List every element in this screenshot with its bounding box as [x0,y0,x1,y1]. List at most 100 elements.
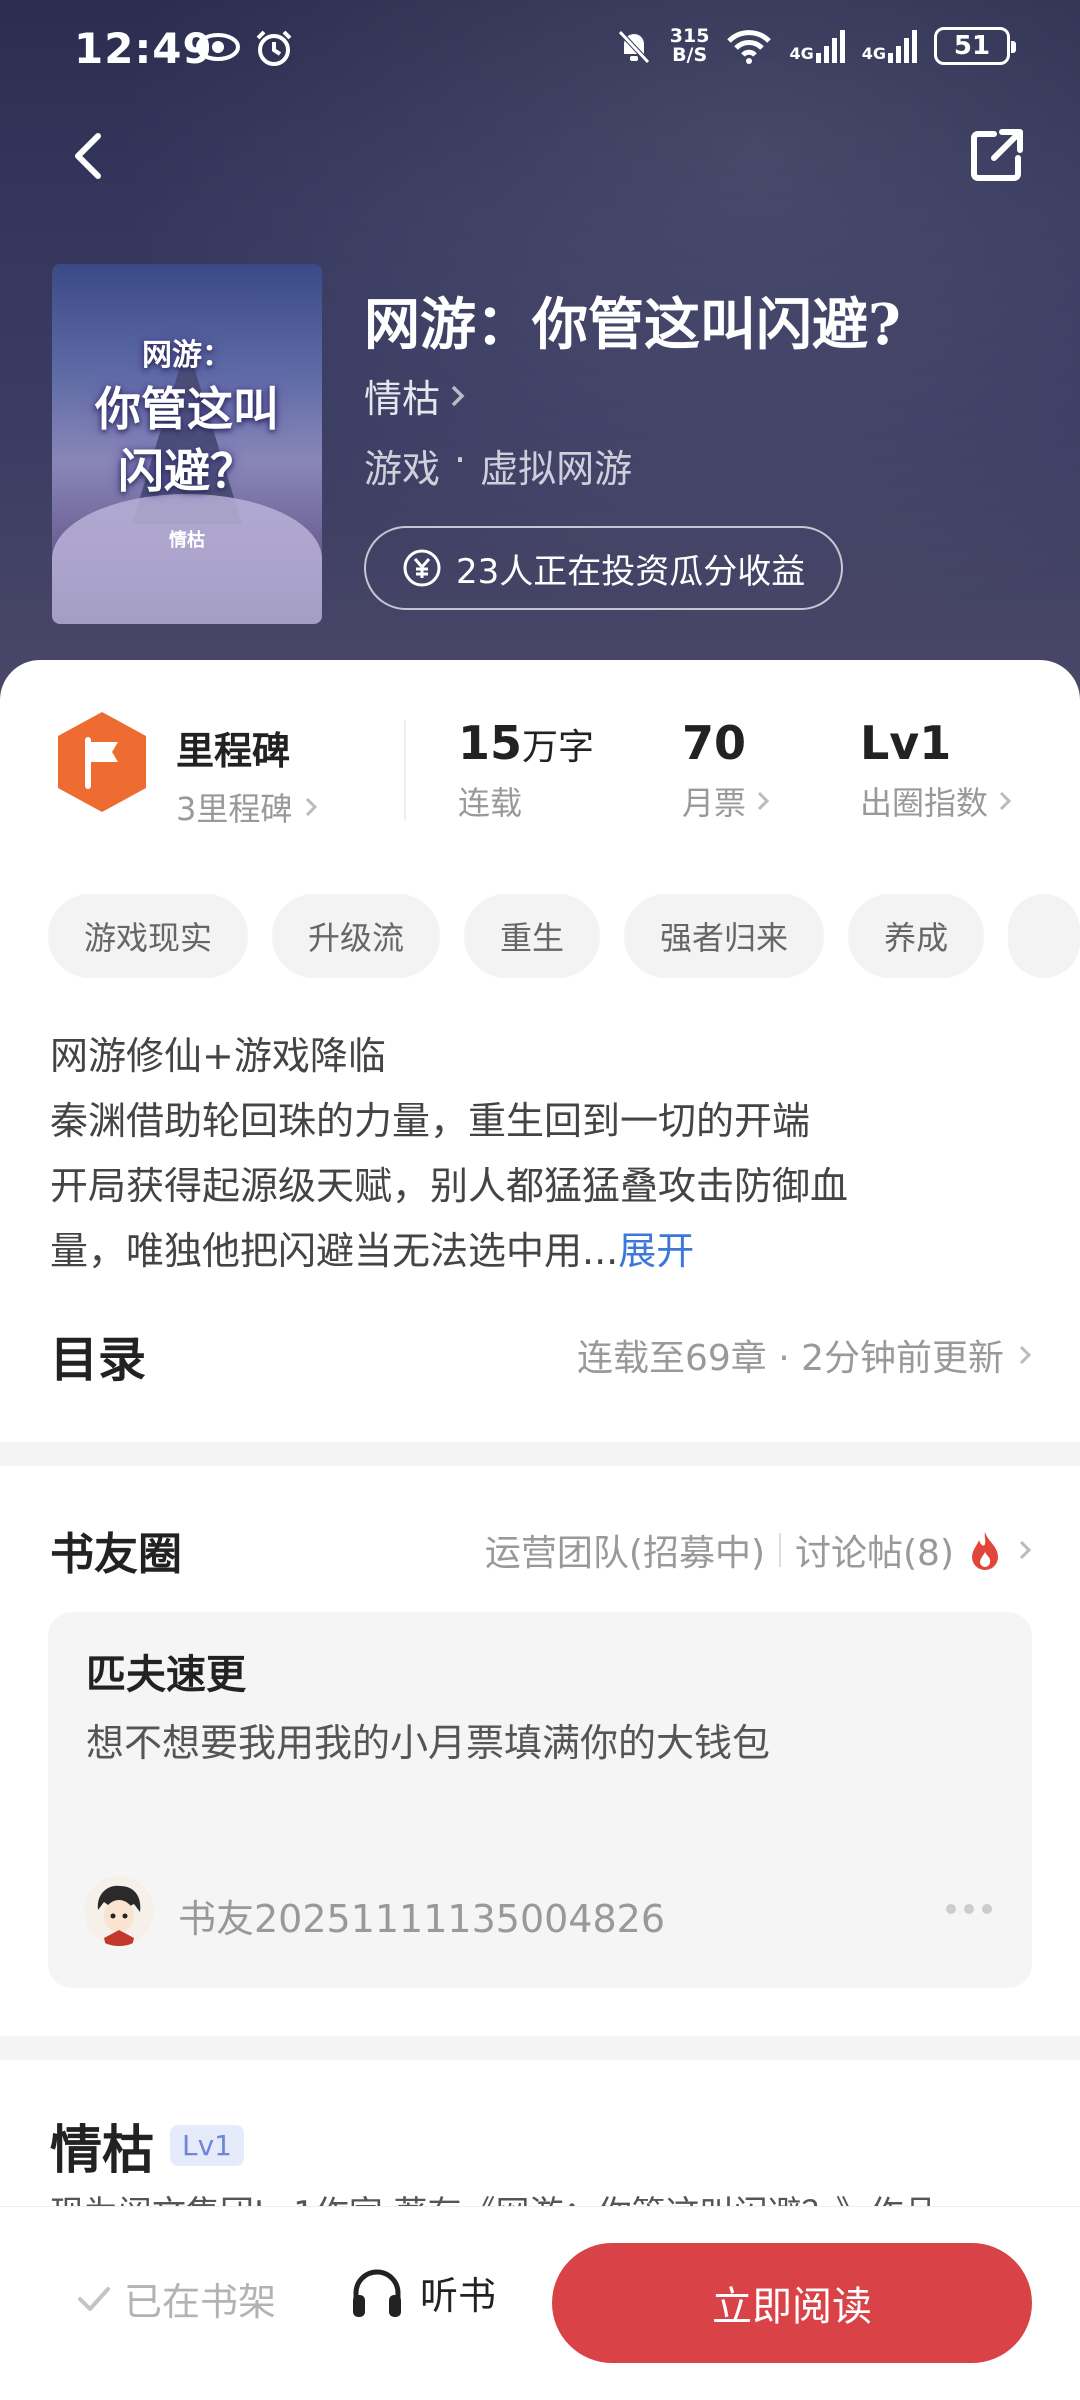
reader-circle-title: 书友圈 [50,1529,182,1580]
dot [946,1904,956,1914]
invest-text: 23人正在投资瓜分收益 [456,551,806,592]
reader-circle-header: 书友圈 运营团队(招募中) 讨论帖(8) [50,1518,1034,1582]
fire-icon [972,1532,998,1570]
chevron-right-icon [757,791,770,811]
cover-author: 情枯 [169,530,205,551]
status-time: 12:49 [74,24,213,73]
word-count-unit: 万字 [522,727,595,768]
synopsis[interactable]: 网游修仙+游戏降临 秦渊借助轮回珠的力量，重生回到一切的开端 开局获得起源级天赋… [50,1024,1040,1284]
user-avatar-icon [84,1876,154,1946]
battery-indicator: 51 [934,27,1016,65]
monthly-votes-value: 70 [682,716,747,770]
wifi-icon [727,30,772,64]
headphones-icon [353,2269,401,2317]
breakout-index-label: 出圈指数 [860,784,989,822]
dot [964,1904,974,1914]
yen-coin-icon [403,549,441,587]
link-divider [779,1533,781,1567]
chevron-right-icon [306,797,318,817]
signal-bars-icon [815,30,845,63]
table-of-contents-row[interactable]: 目录 连载至69章 · 2分钟前更新 [50,1320,1034,1390]
genre-separator: · [454,438,467,482]
milestone-title[interactable]: 里程碑 [176,720,290,775]
book-title: 网游：你管这叫闪避? [364,292,901,358]
post-username[interactable]: 书友20251111135004826 [178,1888,665,1943]
word-count-label: 连载 [458,784,523,822]
synopsis-line: 量，唯独他把闪避当无法选中用... [50,1229,619,1273]
tag-chip-partial[interactable] [1008,894,1080,978]
cover-clouds [52,494,322,624]
discussions-link[interactable]: 讨论帖(8) [795,1524,954,1576]
book-detail-content: 里程碑 3里程碑 15万字 连载 70 月票 Lv1 出圈指数 游戏现实 升级流… [0,660,1080,2400]
tag-chip[interactable]: 养成 [848,894,985,978]
alarm-icon [256,30,292,66]
chevron-right-icon [1019,1345,1032,1365]
tag-chip[interactable]: 重生 [464,894,601,978]
check-icon [78,2286,110,2311]
cell-signal-2: 4G [862,29,918,63]
bottom-action-bar: 已在书架 听书 立即阅读 [0,2206,1080,2400]
eye-icon [196,33,240,61]
status-bar: 12:49 315 B/S 4G 4G 51 [0,0,1080,100]
post-title: 匹夫速更 [86,1652,246,1698]
listen-label: 听书 [420,2273,497,2318]
author-link[interactable]: 情枯 [364,368,468,423]
stats-row: 里程碑 3里程碑 15万字 连载 70 月票 Lv1 出圈指数 [0,660,1080,860]
more-options-button[interactable] [946,1904,992,1914]
toc-meta: 连载至69章 · 2分钟前更新 [577,1329,1034,1381]
listen-button[interactable]: 听书 [348,2263,496,2321]
author-section-name: 情枯 [50,2121,155,2181]
invest-button[interactable]: 23人正在投资瓜分收益 [364,526,844,610]
back-button[interactable] [60,126,120,186]
stat-words: 15万字 连载 [458,716,594,824]
share-button[interactable] [964,124,1028,188]
expand-link[interactable]: 展开 [618,1229,694,1273]
signal-bars-icon [888,30,917,63]
post-body: 想不想要我用我的小月票填满你的大钱包 [86,1721,771,1765]
chevron-right-icon [999,791,1012,811]
synopsis-line: 网游修仙+游戏降临 [50,1034,386,1078]
reader-circle-links[interactable]: 运营团队(招募中) 讨论帖(8) [485,1524,1034,1576]
mute-bell-icon [617,30,650,64]
dot [982,1904,992,1914]
avatar[interactable] [84,1876,154,1946]
battery-level: 51 [953,31,991,61]
section-divider [0,1442,1080,1466]
net-speed-unit: B/S [672,44,708,66]
cell-signal-1: 4G [789,29,845,63]
tag-chip[interactable]: 强者归来 [624,894,825,978]
book-cover[interactable]: 网游： 你管这叫 闪避？ 情枯 [52,264,322,624]
synopsis-line: 开局获得起源级天赋，别人都猛猛叠攻击防御血 [50,1164,849,1208]
word-count: 15万字 [458,716,594,770]
genre: 游戏 [364,447,441,491]
breakout-index-value: Lv1 [860,716,952,770]
milestone-link[interactable]: 3里程碑 [176,784,320,830]
cover-title: 网游： 你管这叫 闪避？ [95,338,279,498]
subgenre: 虚拟网游 [480,447,633,491]
toc-update-text: 连载至69章 · 2分钟前更新 [576,1338,1004,1379]
discussion-post-card[interactable]: 匹夫速更 想不想要我用我的小月票填满你的大钱包 书友20251111135004… [48,1612,1032,1988]
monthly-votes-label: 月票 [682,784,747,822]
synopsis-line-last: 量，唯独他把闪避当无法选中用...展开 [50,1219,1040,1284]
read-now-button[interactable]: 立即阅读 [552,2243,1032,2363]
synopsis-line: 秦渊借助轮回珠的力量，重生回到一切的开端 [50,1099,811,1143]
toc-title: 目录 [50,1332,147,1388]
milestone-flag-icon[interactable] [54,710,150,814]
chevron-right-icon [451,385,465,406]
author-level-badge: Lv1 [170,2125,244,2166]
section-divider [0,2036,1080,2060]
genre-row: 游戏 · 虚拟网游 [364,438,632,493]
milestone-count: 3里程碑 [176,790,293,828]
author-name: 情枯 [364,377,441,421]
author-section-header[interactable]: 情枯 Lv1 [50,2108,244,2183]
tag-chip[interactable]: 升级流 [272,894,441,978]
ops-team-link[interactable]: 运营团队(招募中) [485,1524,765,1576]
tag-chip[interactable]: 游戏现实 [48,894,249,978]
stat-monthly-votes[interactable]: 70 月票 [682,716,772,824]
signal-label-2: 4G [861,44,886,63]
chevron-right-icon [1019,1540,1032,1560]
stat-breakout-index[interactable]: Lv1 出圈指数 [860,716,1014,824]
word-count-value: 15 [458,716,523,770]
tag-list: 游戏现实 升级流 重生 强者归来 养成 [48,894,1080,978]
in-bookshelf-button[interactable]: 已在书架 [76,2271,276,2326]
